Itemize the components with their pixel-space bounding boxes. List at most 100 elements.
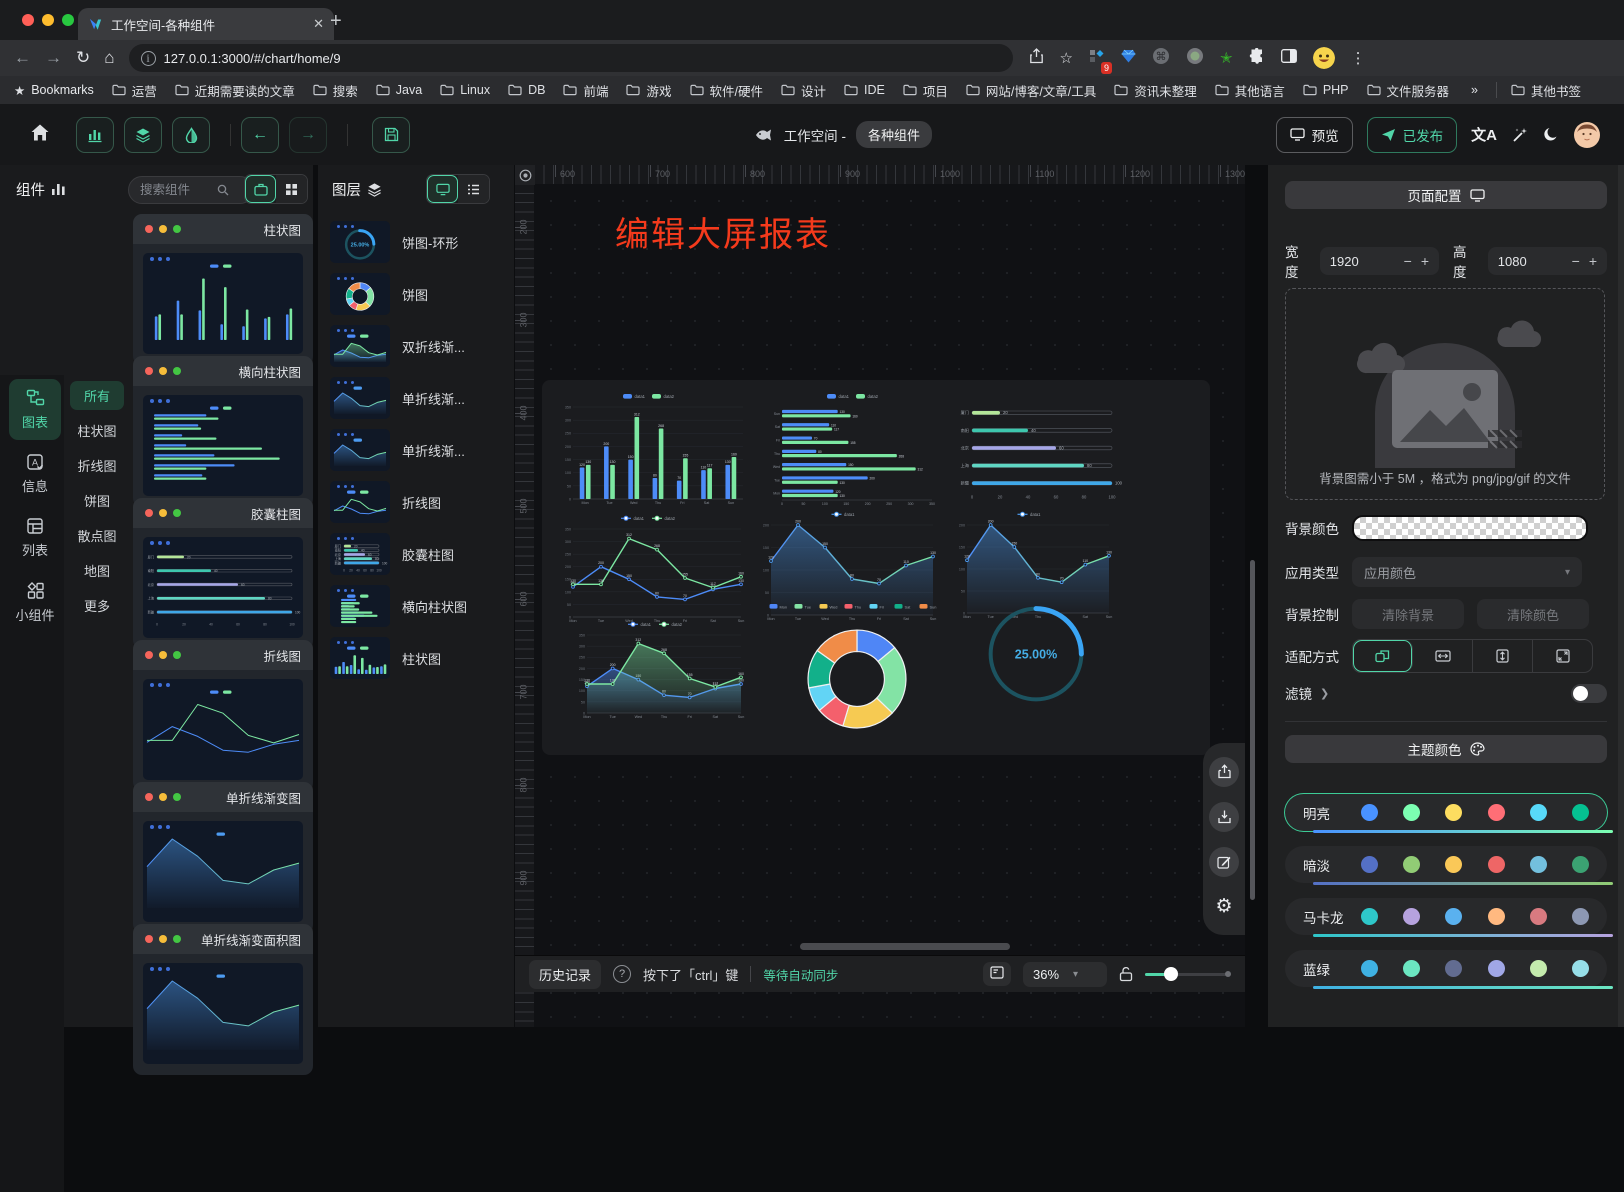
search-input[interactable] xyxy=(138,182,212,198)
workspace-name-badge[interactable]: 各种组件 xyxy=(856,121,932,148)
save-button[interactable] xyxy=(372,117,410,153)
dashboard-chart-donut[interactable]: MonTueWedThuFriSatSun xyxy=(764,602,950,738)
component-card-4[interactable]: 单折线渐变图 xyxy=(133,782,313,933)
layer-item-5[interactable]: 折线图 xyxy=(330,481,506,523)
clear-background-button[interactable]: 清除背景 xyxy=(1352,599,1464,629)
ruler-origin-eye-icon[interactable] xyxy=(515,165,535,185)
close-window-button[interactable] xyxy=(22,14,34,26)
magic-wand-icon[interactable] xyxy=(1511,126,1529,144)
category-6[interactable]: 更多 xyxy=(70,591,124,620)
theme-row-3[interactable]: 蓝绿 xyxy=(1285,950,1607,987)
history-panel-icon[interactable] xyxy=(983,962,1011,986)
canvas-horizontal-scrollbar[interactable] xyxy=(800,943,1010,950)
sidebar-item-1[interactable]: A信息 xyxy=(9,444,61,504)
unlock-icon[interactable] xyxy=(1119,966,1133,982)
settings-gear-button[interactable]: ⚙ xyxy=(1209,892,1239,922)
height-plus[interactable]: + xyxy=(1589,253,1597,269)
category-1[interactable]: 柱状图 xyxy=(70,416,124,445)
sidebar-item-2[interactable]: 列表 xyxy=(9,508,61,568)
layers-mode-button[interactable] xyxy=(124,117,162,153)
layer-item-6[interactable]: 厦门20南阳40北京60上海80新疆100020406080100 胶囊柱图 xyxy=(330,533,506,575)
canvas-vertical-scrollbar[interactable] xyxy=(1250,560,1255,900)
layer-item-4[interactable]: 单折线渐... xyxy=(330,429,506,471)
window-controls[interactable] xyxy=(22,14,74,26)
theme-color-header[interactable]: 主题颜色 xyxy=(1285,735,1607,763)
bookmark-folder[interactable]: 资讯未整理 xyxy=(1114,81,1197,100)
command-extension-icon[interactable]: ⌘ xyxy=(1152,47,1170,69)
bookmark-folder[interactable]: 设计 xyxy=(781,81,826,100)
bookmark-folder[interactable]: Java xyxy=(376,81,422,100)
bookmark-folder[interactable]: 运营 xyxy=(112,81,157,100)
category-5[interactable]: 地图 xyxy=(70,556,124,585)
slider-thumb[interactable] xyxy=(1164,967,1178,981)
component-library-toggle[interactable] xyxy=(245,175,276,203)
component-card-5[interactable]: 单折线渐变面积图 xyxy=(133,924,313,1075)
bookmarks-overflow-chevron[interactable]: » xyxy=(1471,83,1478,97)
theme-row-1[interactable]: 暗淡 xyxy=(1285,846,1607,883)
sidebar-item-3[interactable]: 小组件 xyxy=(9,572,61,633)
bookmark-folder[interactable]: 其他语言 xyxy=(1215,81,1285,100)
canvas-text-title[interactable]: 编辑大屏报表 xyxy=(615,207,831,256)
theme-row-0[interactable]: 明亮 xyxy=(1285,794,1607,831)
component-card-1[interactable]: 横向柱状图 xyxy=(133,356,313,507)
dashboard-chart-bar[interactable]: 0501001502002503003501202001508070110130… xyxy=(556,390,748,510)
filter-expand-chevron[interactable]: ❯ xyxy=(1320,687,1329,700)
filter-mode-button[interactable] xyxy=(172,117,210,153)
history-button[interactable]: 历史记录 xyxy=(529,960,601,989)
component-card-0[interactable]: 柱状图 xyxy=(133,214,313,365)
bookmark-star-icon[interactable]: ☆ xyxy=(1060,49,1073,67)
clear-color-button[interactable]: 清除颜色 xyxy=(1477,599,1589,629)
forward-icon[interactable]: → xyxy=(45,48,62,68)
dashboard-chart-capsule[interactable]: 厦门20南阳40北京60上海80新疆100020406080100 xyxy=(950,394,1130,506)
undo-button[interactable]: ← xyxy=(241,117,279,153)
width-plus[interactable]: + xyxy=(1421,253,1429,269)
export-button[interactable] xyxy=(1209,757,1239,787)
gem-extension-icon[interactable] xyxy=(1121,49,1136,67)
component-card-2[interactable]: 胶囊柱图 厦门20南阳40北京60上海80新疆100020406080100 xyxy=(133,498,313,649)
category-2[interactable]: 折线图 xyxy=(70,451,124,480)
browser-tab[interactable]: 工作空间-各种组件 ✕ xyxy=(78,8,334,40)
preview-button[interactable]: 预览 xyxy=(1276,117,1353,153)
bookmark-folder[interactable]: 软件/硬件 xyxy=(690,81,763,100)
fit-auto-option[interactable] xyxy=(1353,640,1413,672)
green-star-extension-icon[interactable]: ✭ xyxy=(1220,49,1233,67)
share-icon[interactable] xyxy=(1029,48,1044,68)
category-0[interactable]: 所有 xyxy=(70,381,124,410)
publish-button[interactable]: 已发布 xyxy=(1367,117,1458,153)
minimize-window-button[interactable] xyxy=(42,14,54,26)
category-4[interactable]: 散点图 xyxy=(70,521,124,550)
dashboard-chart-line2[interactable]: 0501001502002503003501202001508070110130… xyxy=(556,512,748,628)
grid-view-toggle[interactable] xyxy=(276,175,307,203)
sidebar-item-0[interactable]: 图表 xyxy=(9,379,61,440)
component-search[interactable] xyxy=(128,176,254,204)
bookmark-folder[interactable]: DB xyxy=(508,81,545,100)
component-card-3[interactable]: 折线图 xyxy=(133,640,313,791)
zoom-select[interactable]: 36%▾ xyxy=(1023,962,1107,987)
bookmark-folder[interactable]: PHP xyxy=(1303,81,1349,100)
side-panel-icon[interactable] xyxy=(1281,49,1297,67)
layer-thumbnail-toggle[interactable] xyxy=(427,175,458,203)
dashboard-chart-hbar[interactable]: 1202001508070110130130130312268155117160… xyxy=(766,390,946,510)
theme-row-2[interactable]: 马卡龙 xyxy=(1285,898,1607,935)
layer-item-3[interactable]: 单折线渐... xyxy=(330,377,506,419)
circle-extension-icon[interactable] xyxy=(1186,47,1204,69)
chart-mode-button[interactable] xyxy=(76,117,114,153)
background-upload-dropzone[interactable]: 背景图需小于 5M ，格式为 png/jpg/gif 的文件 xyxy=(1285,288,1605,500)
puzzle-extensions-icon[interactable] xyxy=(1249,48,1265,68)
app-type-select[interactable]: 应用颜色 ▾ xyxy=(1352,557,1582,587)
other-bookmarks-folder[interactable]: 其他书签 xyxy=(1511,81,1581,100)
bookmark-folder[interactable]: 文件服务器 xyxy=(1367,81,1450,100)
import-button[interactable] xyxy=(1209,802,1239,832)
category-3[interactable]: 饼图 xyxy=(70,486,124,515)
edit-button[interactable] xyxy=(1209,847,1239,877)
bookmark-folder[interactable]: 近期需要读的文章 xyxy=(175,81,295,100)
layer-item-0[interactable]: 25.00% 饼图-环形 xyxy=(330,221,506,263)
site-info-icon[interactable]: i xyxy=(141,51,156,66)
dashboard-chart-ring[interactable]: 25.00% xyxy=(982,600,1090,708)
filter-toggle[interactable] xyxy=(1571,684,1607,703)
reload-icon[interactable]: ↻ xyxy=(76,48,90,68)
canvas[interactable]: 6007008009001000110012001300 20030040050… xyxy=(515,165,1245,1027)
bookmark-folder[interactable]: 搜索 xyxy=(313,81,358,100)
layer-item-1[interactable]: 饼图 xyxy=(330,273,506,315)
page-config-header[interactable]: 页面配置 xyxy=(1285,181,1607,209)
